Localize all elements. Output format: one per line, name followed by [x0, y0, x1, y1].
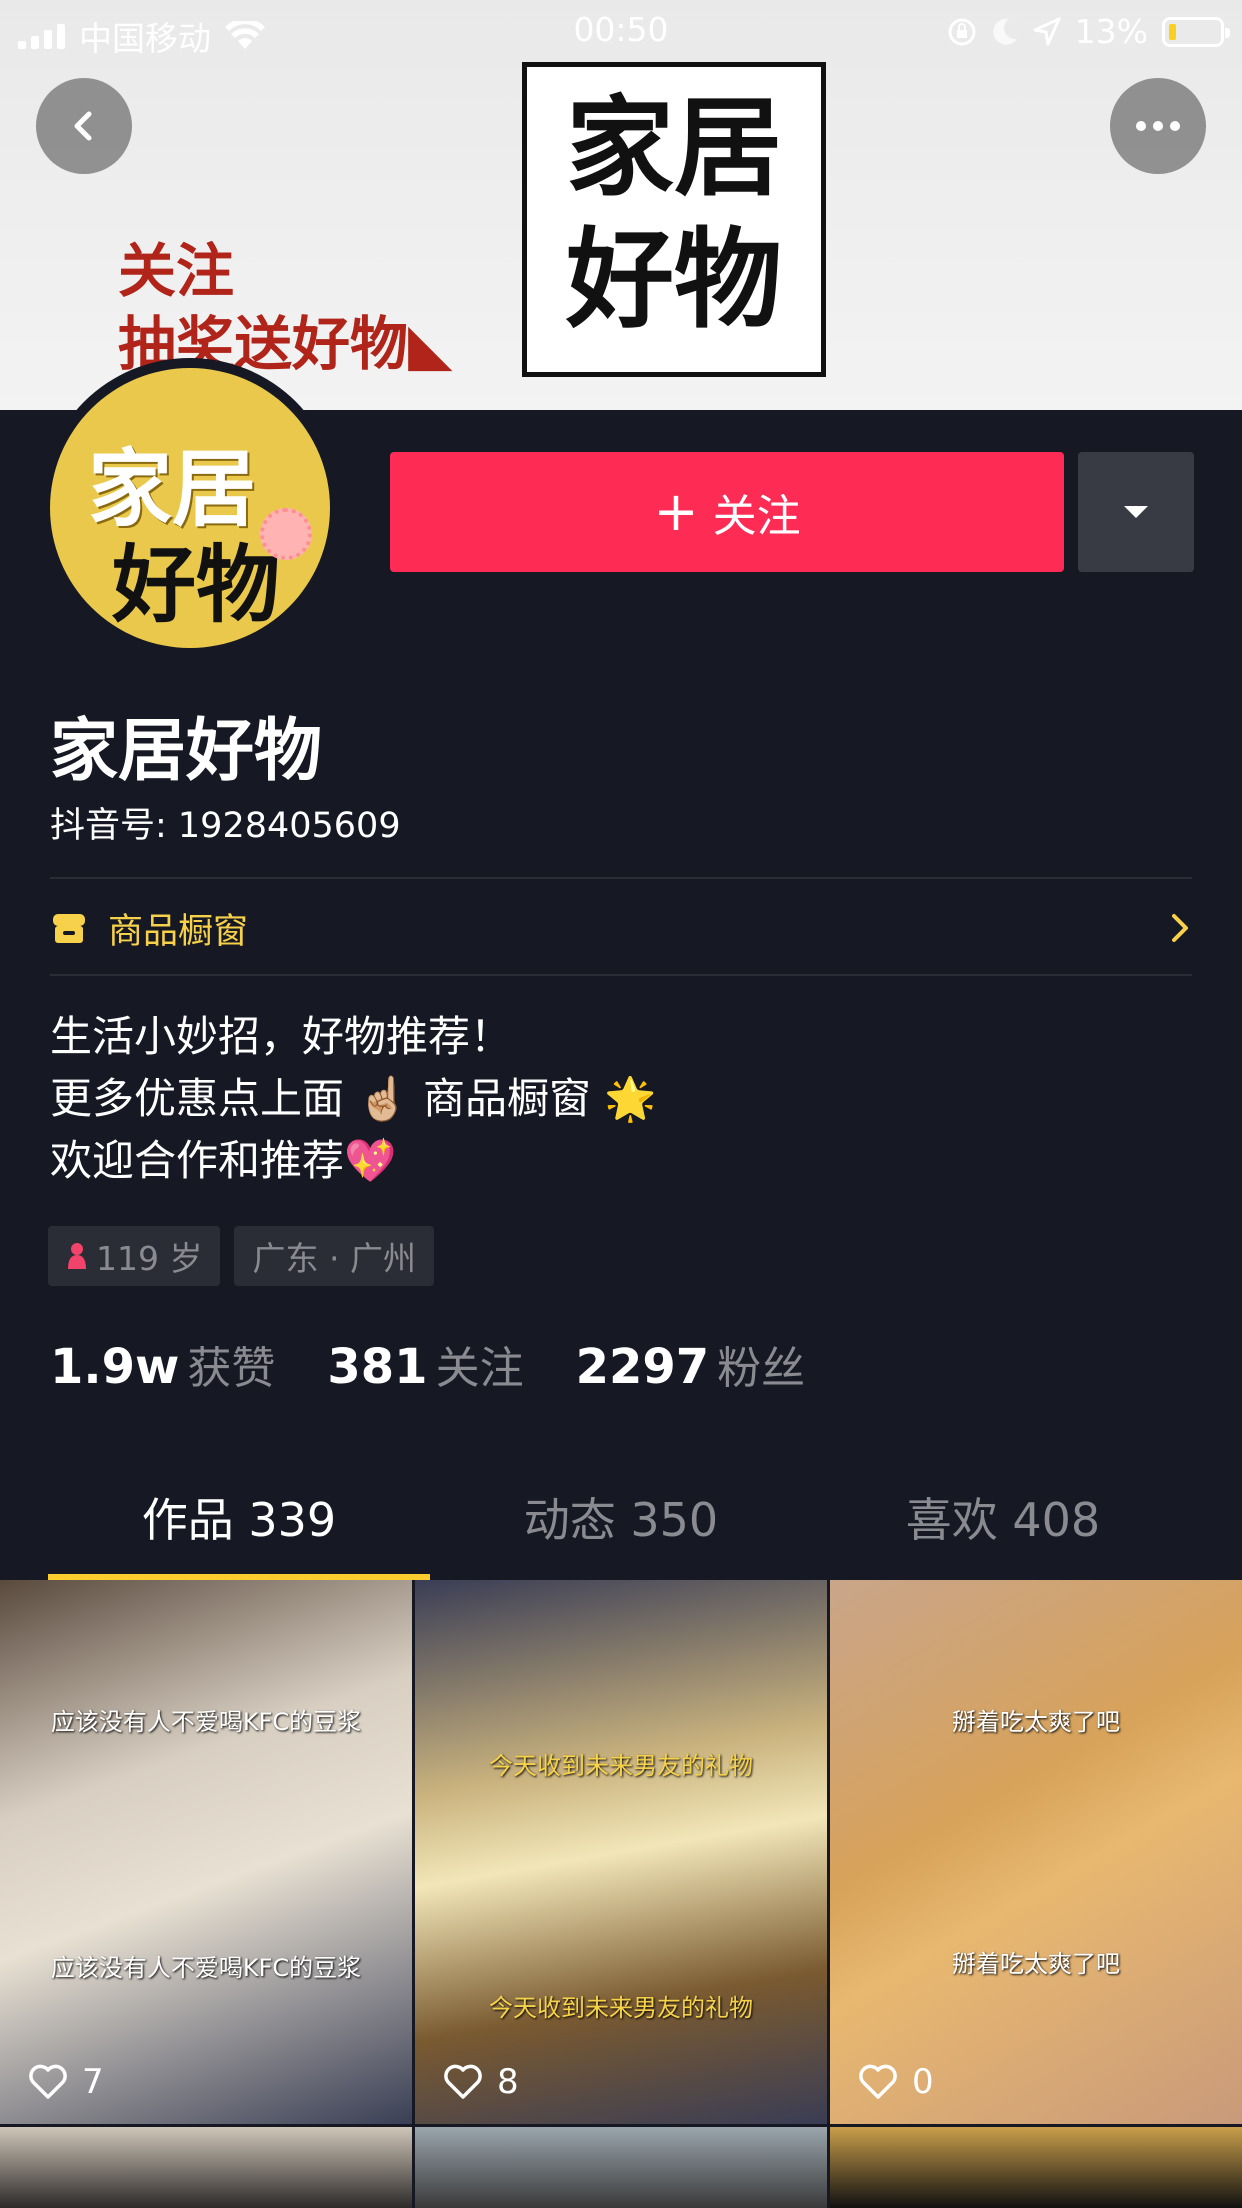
bio-line: 欢迎合作和推荐💖 [50, 1136, 397, 1185]
banner-logo-box: 家居 好物 [522, 62, 826, 377]
more-button[interactable] [1110, 78, 1206, 174]
battery-percent: 13% [1074, 12, 1148, 51]
heart-icon [444, 2064, 482, 2099]
more-dots-icon [1136, 121, 1180, 131]
shop-label: 商品橱窗 [108, 911, 249, 952]
likes-count: 1.9w [50, 1339, 180, 1395]
rotation-lock-icon [948, 18, 976, 45]
profile-nickname: 家居好物 [50, 712, 323, 791]
likes-label: 获赞 [187, 1343, 276, 1394]
video-thumbnail[interactable]: 今天收到未来男友的礼物 今天收到未来男友的礼物 8 [415, 1580, 827, 2124]
age-tag: 119 岁 [48, 1226, 221, 1286]
caret-down-icon [1124, 506, 1148, 518]
followers-label[interactable]: 粉丝 [717, 1332, 805, 1396]
following-label[interactable]: 关注 [436, 1332, 524, 1396]
video-caption: 应该没有人不爱喝KFC的豆浆 [50, 1708, 362, 1736]
moon-icon [992, 18, 1017, 45]
banner-promo: 关注 抽奖送好物◣ [118, 235, 453, 380]
video-thumbnail[interactable] [830, 2127, 1242, 2208]
avatar[interactable]: 家居 好物 [40, 358, 340, 658]
profile-banner: 家居 好物 关注 抽奖送好物◣ [0, 0, 1242, 410]
heart-icon [859, 2064, 897, 2099]
chevron-right-icon [1172, 914, 1188, 942]
recommend-dropdown-button[interactable] [1078, 452, 1194, 572]
video-likes: 8 [443, 2062, 519, 2102]
follow-button[interactable]: + 关注 [390, 452, 1064, 572]
video-likes-count: 8 [497, 2062, 519, 2102]
location-icon [1033, 17, 1061, 45]
shop-icon [53, 914, 85, 943]
video-caption: 今天收到未来男友的礼物 [489, 1752, 753, 1780]
plus-icon: + [653, 480, 699, 543]
tab-liked[interactable]: 喜欢 408 [812, 1480, 1194, 1580]
video-caption: 掰着吃太爽了吧 [952, 1708, 1120, 1736]
location-tag: 广东 · 广州 [234, 1226, 434, 1286]
chevron-left-icon [74, 111, 92, 141]
avatar-line2: 好物 [112, 536, 281, 634]
video-likes-count: 7 [82, 2062, 104, 2102]
profile-bio: 生活小妙招，好物推荐！ 更多优惠点上面 ☝🏼 商品橱窗 🌟 欢迎合作和推荐💖 [50, 1006, 657, 1192]
video-grid: 应该没有人不爱喝KFC的豆浆 应该没有人不爱喝KFC的豆浆 7 今天收到未来男友… [0, 1580, 1242, 2208]
followers-count[interactable]: 2297 [576, 1339, 710, 1395]
bio-line: 生活小妙招，好物推荐！ [50, 1012, 513, 1061]
video-caption: 应该没有人不爱喝KFC的豆浆 [50, 1954, 362, 1982]
video-thumbnail[interactable]: 应该没有人不爱喝KFC的豆浆 应该没有人不爱喝KFC的豆浆 7 [0, 1580, 412, 2124]
tab-moments[interactable]: 动态 350 [430, 1480, 812, 1580]
video-caption: 今天收到未来男友的礼物 [489, 1994, 753, 2022]
video-thumbnail[interactable] [415, 2127, 827, 2208]
tab-works[interactable]: 作品 339 [48, 1480, 430, 1580]
video-thumbnail[interactable] [0, 2127, 412, 2208]
douyin-id: 抖音号: 1928405609 [50, 806, 401, 846]
age-label: 119 岁 [96, 1239, 203, 1278]
heart-icon [29, 2064, 67, 2099]
product-showcase-link[interactable]: 商品橱窗 [50, 880, 1192, 976]
banner-promo-line1: 关注 [118, 237, 235, 305]
sun-sticker-icon [260, 508, 312, 560]
profile-tags: 119 岁 广东 · 广州 [48, 1226, 434, 1286]
location-label: 广东 · 广州 [252, 1239, 416, 1278]
video-likes-count: 0 [912, 2062, 934, 2102]
divider [50, 877, 1192, 879]
video-caption: 掰着吃太爽了吧 [952, 1950, 1120, 1978]
divider [50, 974, 1192, 976]
status-bar: 中国移动 00:50 13% [0, 0, 1242, 60]
banner-box-line2: 好物 [565, 218, 782, 343]
video-likes: 0 [858, 2062, 934, 2102]
content-tabs: 作品 339 动态 350 喜欢 408 [48, 1480, 1194, 1580]
bio-line: 更多优惠点上面 ☝🏼 商品橱窗 🌟 [50, 1074, 657, 1123]
following-count[interactable]: 381 [327, 1339, 427, 1395]
battery-icon [1162, 16, 1230, 47]
female-icon [68, 1243, 86, 1269]
follow-label: 关注 [712, 491, 801, 542]
back-button[interactable] [36, 78, 132, 174]
video-likes: 7 [28, 2062, 104, 2102]
banner-box-line1: 家居 [565, 86, 782, 211]
video-thumbnail[interactable]: 掰着吃太爽了吧 掰着吃太爽了吧 0 [830, 1580, 1242, 2124]
profile-stats: 1.9w 获赞 381 关注 2297 粉丝 [50, 1332, 857, 1396]
